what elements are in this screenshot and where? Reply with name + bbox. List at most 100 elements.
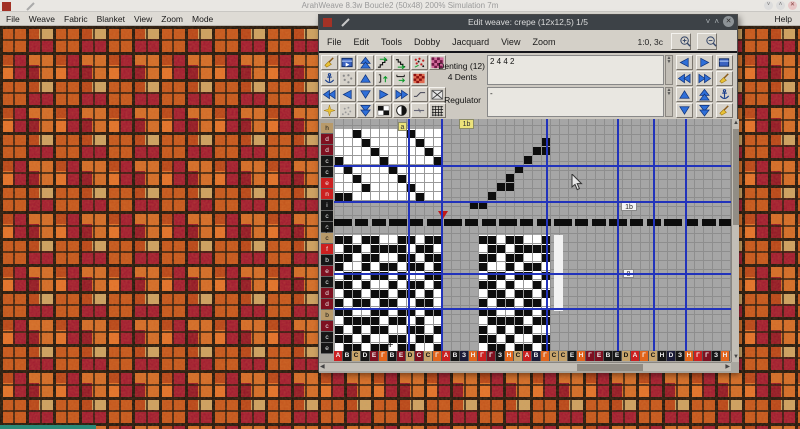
weft-color-cell[interactable]: c	[321, 321, 333, 332]
warp-color-cell[interactable]: H	[469, 351, 478, 361]
tool-win-s-button[interactable]	[716, 55, 733, 70]
tool-broom-button[interactable]	[716, 71, 733, 86]
weft-color-cell[interactable]: f	[321, 244, 333, 255]
tool-ll-button[interactable]	[676, 71, 693, 86]
tool-dd-button[interactable]	[696, 103, 713, 118]
weft-color-cell[interactable]: d	[321, 299, 333, 310]
warp-color-cell[interactable]: A	[334, 351, 343, 361]
drawdown-block-1[interactable]	[334, 235, 442, 352]
menu-item-zoom[interactable]: Zoom	[161, 13, 183, 25]
weave-editor[interactable]: hddccenicccfbecddbcce 1b 8 1b a + + ABCD…	[319, 119, 739, 373]
warp-color-cell[interactable]: Г	[478, 351, 487, 361]
tool-anchor-button[interactable]	[716, 87, 733, 102]
weft-color-cell[interactable]: c	[321, 167, 333, 178]
weft-color-cell[interactable]: c	[321, 332, 333, 343]
weave-grid[interactable]: 1b 8	[334, 119, 731, 352]
warp-color-cell[interactable]: H	[685, 351, 694, 361]
zoom-out-button[interactable]	[697, 33, 717, 50]
dialog-maximize-button[interactable]: ˄	[714, 17, 719, 26]
tool-d-button[interactable]	[357, 87, 374, 102]
tool-grid-button[interactable]	[429, 103, 446, 118]
hscroll-thumb[interactable]	[577, 364, 643, 371]
drawdown-block-2[interactable]	[478, 235, 550, 352]
warp-color-cell[interactable]: E	[595, 351, 604, 361]
warp-color-cell[interactable]: З	[460, 351, 469, 361]
menu-item-weave[interactable]: Weave	[29, 13, 55, 25]
tool-ins-v-button[interactable]	[393, 71, 410, 86]
tool-uu-button[interactable]	[696, 87, 713, 102]
warp-color-cell[interactable]: E	[397, 351, 406, 361]
regulator-field[interactable]: -	[487, 87, 664, 117]
tool-win-button[interactable]	[339, 55, 356, 70]
menu-item-edit[interactable]: Edit	[354, 36, 370, 48]
menu-item-zoom[interactable]: Zoom	[532, 36, 555, 48]
tool-uu-button[interactable]	[357, 55, 374, 70]
tool-hline-button[interactable]	[411, 103, 428, 118]
dialog-titlebar[interactable]: Edit weave: crepe (12x12,5) 1/5 ˅ ˄ ✕	[319, 15, 737, 30]
tool-spark-button[interactable]	[321, 103, 338, 118]
tool-spray-button[interactable]	[339, 103, 356, 118]
warp-color-cell[interactable]: H	[505, 351, 514, 361]
warp-color-cell[interactable]: C	[415, 351, 424, 361]
weft-color-cell[interactable]: i	[321, 200, 333, 211]
warp-color-cell[interactable]: B	[604, 351, 613, 361]
warp-color-cell[interactable]: C	[514, 351, 523, 361]
regulator-field-scrollbar[interactable]: ▲ ▼	[665, 87, 673, 117]
weft-color-cell[interactable]: d	[321, 288, 333, 299]
weft-color-cell[interactable]: b	[321, 255, 333, 266]
warp-color-cell[interactable]: A	[442, 351, 451, 361]
tool-broom-button[interactable]	[716, 103, 733, 118]
warp-color-cell[interactable]: З	[712, 351, 721, 361]
warp-color-cell[interactable]: B	[343, 351, 352, 361]
warp-color-cell[interactable]: E	[568, 351, 577, 361]
warp-color-cell[interactable]: E	[613, 351, 622, 361]
tool-r-button[interactable]	[696, 55, 713, 70]
zoom-in-button[interactable]	[671, 33, 691, 50]
warp-color-cell[interactable]: E	[370, 351, 379, 361]
warp-color-cell[interactable]: Г	[541, 351, 550, 361]
horizontal-scrollbar[interactable]: ◀ ▶	[319, 362, 731, 371]
tool-dd-button[interactable]	[357, 103, 374, 118]
warp-color-cell[interactable]: D	[406, 351, 415, 361]
warp-color-cell[interactable]: D	[361, 351, 370, 361]
tool-u-button[interactable]	[357, 71, 374, 86]
warp-color-cell[interactable]: D	[667, 351, 676, 361]
warp-color-cell[interactable]: Г	[586, 351, 595, 361]
menu-item-blanket[interactable]: Blanket	[97, 13, 125, 25]
warp-color-cell[interactable]: C	[352, 351, 361, 361]
tool-d-button[interactable]	[676, 103, 693, 118]
denting-field-scrollbar[interactable]: ▲ ▼	[665, 55, 673, 85]
denting-field[interactable]: 2 4 4 2	[487, 55, 664, 85]
close-button[interactable]: ✕	[788, 1, 797, 10]
warp-color-cell[interactable]: З	[496, 351, 505, 361]
weft-color-cell[interactable]: n	[321, 189, 333, 200]
menu-item-tools[interactable]: Tools	[381, 36, 402, 48]
warp-color-cell[interactable]: B	[532, 351, 541, 361]
tool-rr-button[interactable]	[696, 71, 713, 86]
menu-item-fabric[interactable]: Fabric	[64, 13, 88, 25]
shade-button[interactable]: ˅	[764, 1, 773, 10]
warp-color-cell[interactable]: H	[577, 351, 586, 361]
tool-l-button[interactable]	[339, 87, 356, 102]
weft-color-cell[interactable]: c	[321, 211, 333, 222]
warp-color-cell[interactable]: Г	[640, 351, 649, 361]
warp-color-cell[interactable]: Г	[703, 351, 712, 361]
warp-color-cell[interactable]: A	[631, 351, 640, 361]
warp-color-cell[interactable]: Г	[433, 351, 442, 361]
menu-item-dobby[interactable]: Dobby	[414, 36, 440, 48]
weft-color-cell[interactable]: e	[321, 343, 333, 354]
tool-ll-button[interactable]	[321, 87, 338, 102]
menu-item-help[interactable]: Help	[775, 13, 792, 25]
weft-color-cell[interactable]: d	[321, 145, 333, 156]
weft-color-cell[interactable]: h	[321, 123, 333, 134]
warp-color-cell[interactable]: B	[451, 351, 460, 361]
vertical-scrollbar[interactable]: ▲ ▼	[731, 119, 739, 362]
menu-item-jacquard[interactable]: Jacquard	[452, 36, 489, 48]
weft-color-cell[interactable]: d	[321, 134, 333, 145]
warp-color-cell[interactable]: З	[676, 351, 685, 361]
menu-item-file[interactable]: File	[327, 36, 342, 48]
menu-item-view[interactable]: View	[501, 36, 520, 48]
weft-color-cell[interactable]: c	[321, 277, 333, 288]
warp-color-cell[interactable]: C	[550, 351, 559, 361]
menu-item-view[interactable]: View	[134, 13, 152, 25]
